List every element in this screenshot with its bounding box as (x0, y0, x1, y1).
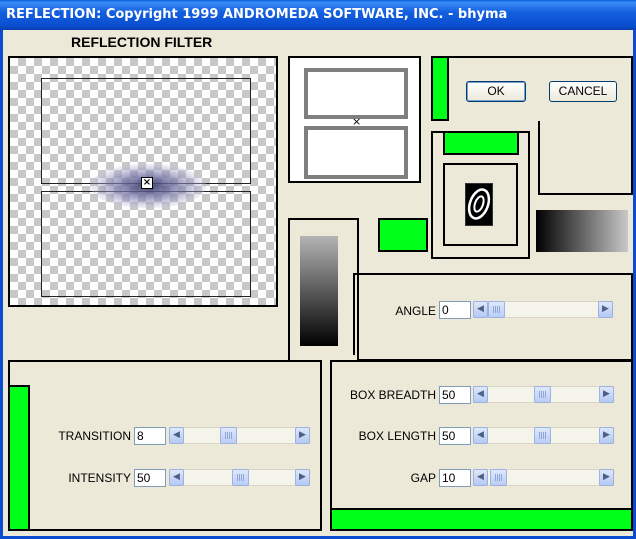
bottom-green-bar (330, 508, 633, 531)
transition-slider[interactable]: ◀ ▶ (169, 427, 310, 444)
box-layout-preview[interactable]: × (288, 56, 421, 183)
box-breadth-label: BOX BREADTH (349, 388, 436, 402)
intensity-input[interactable]: 50 (134, 469, 166, 487)
scroll-left-icon[interactable]: ◀ (169, 427, 184, 444)
intensity-slider[interactable]: ◀ ▶ (169, 469, 310, 486)
swirl-icon (467, 188, 491, 220)
scroll-left-icon[interactable]: ◀ (473, 427, 488, 444)
window-title-bar[interactable]: REFLECTION: Copyright 1999 ANDROMEDA SOF… (0, 0, 636, 30)
preview-canvas[interactable]: × (8, 56, 278, 307)
transition-intensity-panel (8, 360, 322, 531)
thumbnail-green-bar (443, 131, 519, 155)
scroll-left-icon[interactable]: ◀ (473, 301, 488, 318)
filter-title: REFLECTION FILTER (71, 34, 213, 50)
cancel-button[interactable]: CANCEL (549, 81, 617, 102)
mini-lower-box (304, 126, 408, 179)
gap-slider[interactable]: ◀ ▶ (473, 469, 614, 486)
slider-thumb[interactable] (220, 427, 237, 444)
horizontal-gradient-swatch[interactable] (536, 210, 628, 252)
source-thumbnail-icon (465, 183, 493, 226)
transition-label: TRANSITION (58, 429, 131, 443)
slider-thumb[interactable] (534, 386, 551, 403)
slider-thumb[interactable] (488, 301, 505, 318)
gradient-green-bar (378, 218, 428, 252)
thumbnail-frame (443, 163, 518, 246)
scroll-left-icon[interactable]: ◀ (169, 469, 184, 486)
ok-panel-inner-edge (538, 121, 540, 195)
box-length-label: BOX LENGTH (358, 429, 436, 443)
slider-thumb[interactable] (534, 427, 551, 444)
box-length-input[interactable]: 50 (439, 427, 471, 445)
scroll-right-icon[interactable]: ▶ (599, 427, 614, 444)
gap-label: GAP (410, 471, 436, 485)
vertical-gradient-swatch[interactable] (300, 236, 338, 346)
scroll-left-icon[interactable]: ◀ (473, 469, 488, 486)
angle-slider[interactable]: ◀ ▶ (473, 301, 613, 318)
gap-input[interactable]: 10 (439, 469, 471, 487)
window-title: REFLECTION: Copyright 1999 ANDROMEDA SOF… (6, 7, 508, 22)
intensity-label: INTENSITY (68, 471, 131, 485)
dialog-client-area: REFLECTION FILTER × × OK CANCEL ANGLE 0 … (0, 30, 636, 539)
slider-thumb[interactable] (490, 469, 507, 486)
scroll-right-icon[interactable]: ▶ (599, 386, 614, 403)
slider-thumb[interactable] (232, 469, 249, 486)
transition-input[interactable]: 8 (134, 427, 166, 445)
mini-center-cross-icon: × (352, 115, 362, 128)
left-green-bar (8, 385, 30, 531)
ok-panel-green-bar (431, 56, 449, 121)
mini-upper-box (304, 68, 408, 119)
center-cross-icon[interactable]: × (141, 177, 153, 189)
scroll-right-icon[interactable]: ▶ (295, 469, 310, 486)
scroll-right-icon[interactable]: ▶ (598, 301, 613, 318)
angle-input[interactable]: 0 (439, 301, 471, 319)
angle-label: ANGLE (395, 304, 436, 318)
scroll-right-icon[interactable]: ▶ (599, 469, 614, 486)
box-length-slider[interactable]: ◀ ▶ (473, 427, 614, 444)
scroll-right-icon[interactable]: ▶ (295, 427, 310, 444)
box-breadth-slider[interactable]: ◀ ▶ (473, 386, 614, 403)
box-breadth-input[interactable]: 50 (439, 386, 471, 404)
ok-button[interactable]: OK (466, 81, 526, 102)
scroll-left-icon[interactable]: ◀ (473, 386, 488, 403)
